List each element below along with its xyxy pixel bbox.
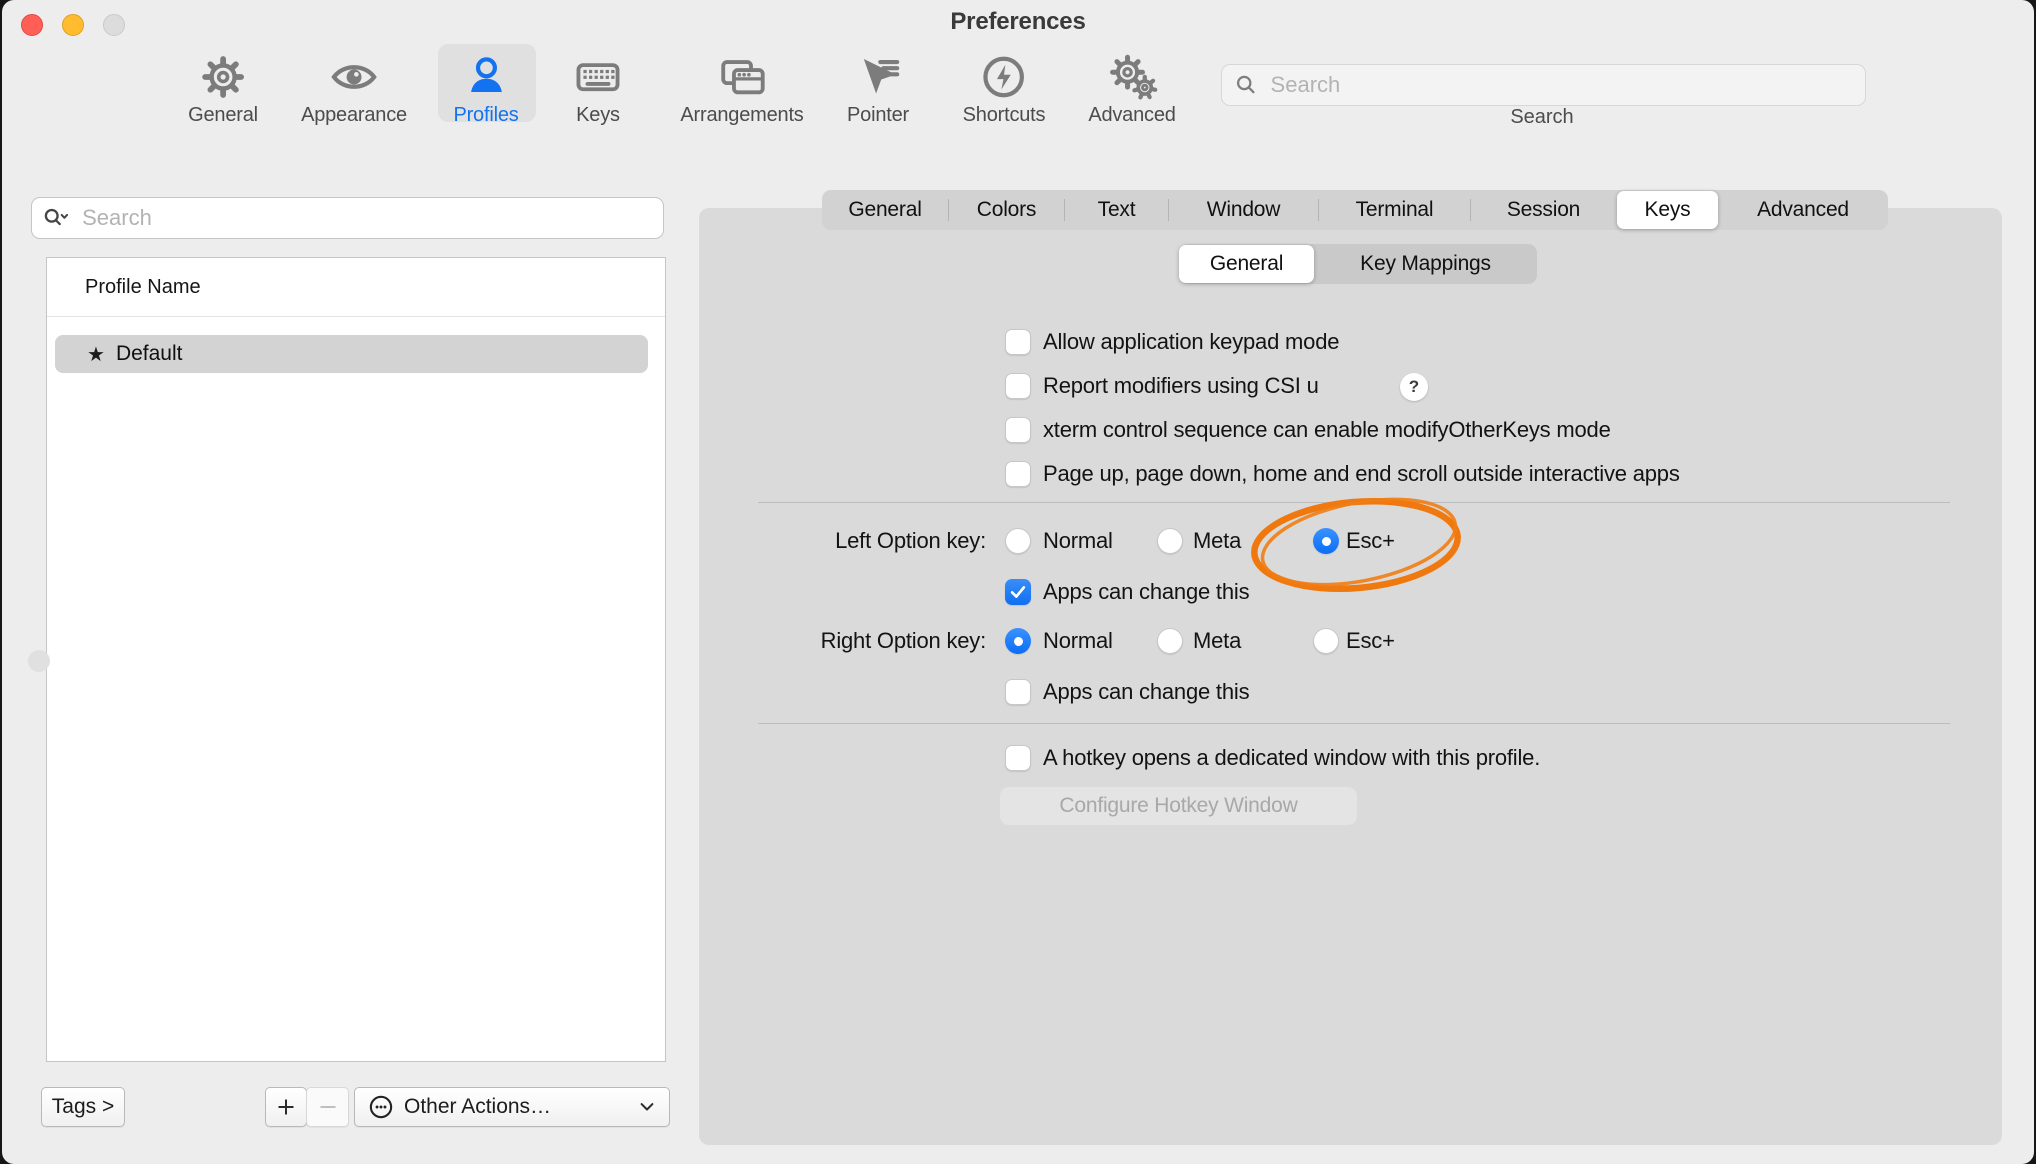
toolbar-item-advanced[interactable]: Advanced — [1088, 52, 1175, 127]
checkbox-right-apps-can-change[interactable] — [1005, 679, 1031, 705]
checkbox-modify-other-keys[interactable] — [1005, 417, 1031, 443]
tab-text[interactable]: Text — [1065, 190, 1168, 230]
profile-row-default[interactable]: ★ Default — [55, 335, 648, 373]
minus-icon — [316, 1095, 340, 1119]
toolbar-item-arrangements[interactable]: Arrangements — [680, 52, 803, 127]
tab-colors[interactable]: Colors — [949, 190, 1064, 230]
toolbar-label: Shortcuts — [963, 104, 1046, 127]
radio-left-option-normal[interactable] — [1005, 528, 1031, 554]
window-chrome: Preferences General Appearance — [2, 0, 2034, 1164]
help-button[interactable]: ? — [1400, 373, 1428, 401]
toolbar-label: Keys — [576, 104, 620, 127]
tags-button[interactable]: Tags > — [41, 1087, 125, 1127]
splitter-handle[interactable] — [28, 650, 50, 672]
tab-advanced[interactable]: Advanced — [1719, 190, 1887, 230]
checkbox-csi-u[interactable] — [1005, 373, 1031, 399]
plus-icon — [274, 1095, 298, 1119]
tab-keys[interactable]: Keys — [1617, 191, 1718, 229]
keyboard-icon — [574, 52, 622, 102]
person-icon — [463, 52, 509, 102]
subtab-general[interactable]: General — [1179, 245, 1314, 283]
toolbar-search-input[interactable] — [1269, 71, 1853, 99]
search-scope-icon — [42, 203, 70, 233]
search-icon — [1234, 72, 1259, 98]
remove-profile-button[interactable] — [306, 1087, 349, 1127]
toolbar-item-general[interactable]: General — [188, 52, 258, 127]
radio-right-option-normal[interactable] — [1005, 628, 1031, 654]
checkbox-scroll-outside-apps[interactable] — [1005, 461, 1031, 487]
toolbar-search-field[interactable] — [1221, 64, 1866, 106]
radio-label: Esc+ — [1346, 626, 1395, 656]
default-star-icon: ★ — [87, 342, 105, 367]
checkbox-label: Apps can change this — [1043, 577, 1249, 607]
toolbar-item-profiles[interactable]: Profiles — [453, 52, 518, 127]
ellipsis-circle-icon — [367, 1093, 395, 1121]
add-profile-button[interactable] — [265, 1087, 307, 1127]
keys-subtabbar: General Key Mappings — [1179, 244, 1537, 284]
checkbox-hotkey-window[interactable] — [1005, 745, 1031, 771]
toolbar-label: Pointer — [847, 104, 909, 127]
help-button-label: ? — [1409, 377, 1419, 397]
toolbar-search-label: Search — [1442, 106, 1642, 129]
profile-search-input[interactable] — [80, 204, 653, 232]
radio-right-option-meta[interactable] — [1157, 628, 1183, 654]
tab-terminal[interactable]: Terminal — [1319, 190, 1470, 230]
radio-left-option-esc[interactable] — [1313, 528, 1339, 554]
configure-hotkey-label: Configure Hotkey Window — [1059, 794, 1297, 818]
toolbar-label: Arrangements — [680, 104, 803, 127]
checkbox-label: Apps can change this — [1043, 677, 1249, 707]
radio-label: Esc+ — [1346, 526, 1395, 556]
left-option-key-label: Left Option key: — [686, 526, 986, 556]
radio-right-option-esc[interactable] — [1313, 628, 1339, 654]
toolbar-item-pointer[interactable]: Pointer — [847, 52, 909, 127]
checkbox-label: xterm control sequence can enable modify… — [1043, 415, 1611, 445]
toolbar-item-shortcuts[interactable]: Shortcuts — [963, 52, 1046, 127]
profile-name: Default — [116, 342, 183, 366]
keys-settings-panel — [699, 208, 2002, 1145]
subtab-key-mappings[interactable]: Key Mappings — [1314, 244, 1537, 284]
toolbar-item-appearance[interactable]: Appearance — [301, 52, 407, 127]
other-actions-label: Other Actions… — [404, 1095, 637, 1119]
profile-list: Profile Name ★ Default — [46, 257, 666, 1062]
gears-icon — [1107, 52, 1157, 102]
tab-session[interactable]: Session — [1471, 190, 1616, 230]
cursor-icon — [855, 52, 901, 102]
configure-hotkey-window-button: Configure Hotkey Window — [1000, 787, 1357, 825]
profile-search-field[interactable] — [31, 197, 664, 239]
toolbar-label: General — [188, 104, 258, 127]
eye-icon — [330, 52, 378, 102]
checkbox-keypad-mode[interactable] — [1005, 329, 1031, 355]
divider — [758, 723, 1950, 724]
radio-label: Normal — [1043, 526, 1113, 556]
checkbox-left-apps-can-change[interactable] — [1005, 579, 1031, 605]
check-icon — [1008, 582, 1028, 602]
divider — [758, 502, 1950, 503]
tab-window[interactable]: Window — [1169, 190, 1318, 230]
checkbox-label: Allow application keypad mode — [1043, 327, 1339, 357]
radio-label: Meta — [1193, 526, 1241, 556]
chevron-down-icon — [637, 1097, 657, 1117]
profile-list-header: Profile Name — [47, 258, 665, 316]
profile-tabbar: General Colors Text Window Terminal Sess… — [822, 190, 1888, 230]
window-title: Preferences — [2, 8, 2034, 36]
divider — [47, 316, 665, 317]
toolbar-item-keys[interactable]: Keys — [574, 52, 622, 127]
checkbox-label: A hotkey opens a dedicated window with t… — [1043, 743, 1540, 773]
radio-label: Normal — [1043, 626, 1113, 656]
windows-icon — [717, 52, 767, 102]
other-actions-dropdown[interactable]: Other Actions… — [354, 1087, 670, 1127]
lightning-circle-icon — [981, 52, 1027, 102]
gear-icon — [200, 52, 246, 102]
radio-left-option-meta[interactable] — [1157, 528, 1183, 554]
preferences-window: Preferences General Appearance — [0, 0, 2036, 1164]
radio-label: Meta — [1193, 626, 1241, 656]
checkbox-label: Report modifiers using CSI u — [1043, 371, 1319, 401]
toolbar-label: Appearance — [301, 104, 407, 127]
toolbar-label: Profiles — [453, 104, 518, 127]
toolbar-label: Advanced — [1088, 104, 1175, 127]
tags-button-label: Tags > — [52, 1095, 114, 1119]
tab-general[interactable]: General — [822, 190, 948, 230]
right-option-key-label: Right Option key: — [686, 626, 986, 656]
checkbox-label: Page up, page down, home and end scroll … — [1043, 459, 1680, 489]
